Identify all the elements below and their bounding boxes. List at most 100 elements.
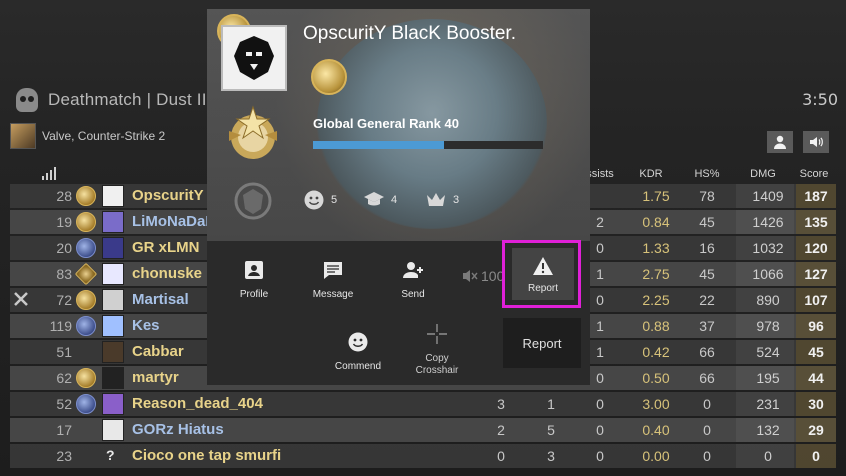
mode-title: Deathmatch | Dust II [48, 90, 207, 109]
ping-value: 23 [56, 448, 72, 464]
header-kdr: KDR [639, 168, 663, 180]
avatar[interactable] [102, 263, 124, 285]
player-name: OpscuritY BlacK Booster. [303, 23, 516, 44]
voice-toggle-button[interactable] [803, 131, 829, 153]
message-button[interactable]: Message [298, 259, 368, 300]
rank-badge-icon [76, 394, 96, 414]
score-value: 127 [804, 266, 828, 282]
kdr-value: 0.00 [642, 448, 670, 464]
copy-crosshair-label: Copy Crosshair [415, 353, 459, 376]
rank-badge-icon [76, 212, 96, 232]
lion-icon [234, 36, 274, 80]
player-avatar[interactable] [221, 25, 287, 91]
player-view-button[interactable] [767, 131, 793, 153]
score-value: 135 [804, 214, 828, 230]
volume-control[interactable]: 100 [461, 267, 504, 285]
crown-icon [427, 193, 445, 206]
hs-value: 0 [703, 396, 711, 412]
avatar[interactable] [102, 367, 124, 389]
avatar[interactable] [102, 237, 124, 259]
kdr-value: 0.88 [642, 318, 670, 334]
hs-value: 16 [699, 240, 715, 256]
player-name[interactable]: LiMoNaDaE [132, 213, 215, 230]
popup-header: OpscuritY BlacK Booster. Global General … [207, 9, 590, 241]
dmg-value: 195 [756, 370, 780, 386]
rank-badge-icon [76, 316, 96, 336]
muted-speaker-icon [463, 270, 478, 282]
dmg-value: 0 [764, 448, 772, 464]
rank-label: Global General Rank 40 [313, 116, 459, 131]
kdr-value: 0.40 [642, 422, 670, 438]
message-icon [324, 262, 342, 279]
shield-emblem-icon [234, 182, 272, 220]
copy-crosshair-button[interactable]: Copy Crosshair [402, 323, 472, 377]
server-name: Valve, Counter-Strike 2 [42, 129, 166, 143]
avatar[interactable] [102, 393, 124, 415]
ping-value: 20 [56, 240, 72, 256]
table-row[interactable]: 23? Cioco one tap smurfi 0 3 0 0.00 0 0 0 [10, 444, 836, 468]
player-name[interactable]: GR xLMN [132, 239, 200, 256]
player-name[interactable]: Cioco one tap smurfi [132, 447, 281, 464]
deaths-value: 1 [547, 396, 555, 412]
assists-value: 0 [596, 396, 604, 412]
player-name[interactable]: chonuske [132, 265, 202, 282]
avatar[interactable] [102, 341, 124, 363]
player-name[interactable]: martyr [132, 369, 179, 386]
commend-button[interactable]: Commend [323, 331, 393, 372]
player-name[interactable]: Kes [132, 317, 160, 334]
table-row[interactable]: 17 GORz Hiatus 2 5 0 0.40 0 132 29 [10, 418, 836, 442]
kdr-value: 0.50 [642, 370, 670, 386]
hs-value: 37 [699, 318, 715, 334]
kills-value: 3 [497, 396, 505, 412]
score-value: 45 [808, 344, 824, 360]
avatar[interactable] [102, 315, 124, 337]
header-score: Score [799, 168, 829, 180]
stat-leader-value: 3 [453, 194, 460, 206]
score-value: 120 [804, 240, 828, 256]
player-name[interactable]: GORz Hiatus [132, 421, 224, 438]
kdr-value: 1.75 [642, 188, 670, 204]
rank-badge-icon [76, 186, 96, 206]
ping-value: 17 [56, 422, 72, 438]
dmg-value: 978 [756, 318, 780, 334]
avatar[interactable] [102, 211, 124, 233]
commend-smile-icon [348, 332, 368, 352]
person-icon [774, 135, 786, 149]
profile-button[interactable]: Profile [219, 259, 289, 300]
player-name[interactable]: Cabbar [132, 343, 184, 360]
kills-value: 0 [497, 448, 505, 464]
deaths-value: 3 [547, 448, 555, 464]
avatar[interactable] [102, 185, 124, 207]
kdr-value: 0.84 [642, 214, 670, 230]
player-name[interactable]: OpscuritY [132, 187, 204, 204]
ping-value: 62 [56, 370, 72, 386]
profile-card-icon [245, 261, 263, 279]
commend-label: Commend [334, 361, 382, 372]
hs-value: 0 [703, 422, 711, 438]
dmg-value: 231 [756, 396, 780, 412]
ping-value: 51 [56, 344, 72, 360]
kills-value: 2 [497, 422, 505, 438]
dmg-value: 1032 [752, 240, 784, 256]
table-row[interactable]: 52 Reason_dead_404 3 1 0 3.00 0 231 30 [10, 392, 836, 416]
message-label: Message [312, 289, 354, 300]
player-name[interactable]: Reason_dead_404 [132, 395, 263, 412]
rank-badge-icon [76, 238, 96, 258]
score-value: 187 [804, 188, 828, 204]
avatar[interactable] [102, 419, 124, 441]
player-name[interactable]: Martisal [132, 291, 189, 308]
stat-friendly-value: 5 [331, 194, 338, 206]
hs-value: 66 [699, 344, 715, 360]
score-value: 107 [804, 292, 828, 308]
send-button[interactable]: Send [378, 259, 448, 300]
kdr-value: 3.00 [642, 396, 670, 412]
hs-value: 0 [703, 448, 711, 464]
rank-badge-icon [74, 262, 98, 286]
graduation-cap-icon [364, 192, 384, 206]
dmg-value: 132 [756, 422, 780, 438]
avatar[interactable] [102, 289, 124, 311]
hs-value: 45 [699, 214, 715, 230]
xp-progress-fill [313, 141, 445, 149]
assists-value: 0 [596, 422, 604, 438]
kdr-value: 1.33 [642, 240, 670, 256]
